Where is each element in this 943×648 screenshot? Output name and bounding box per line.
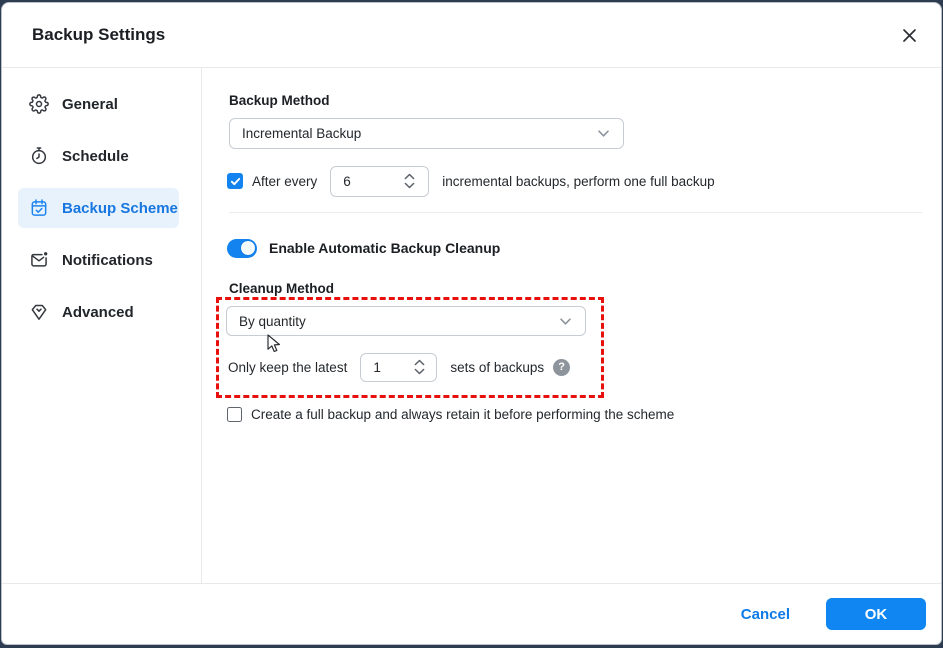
backup-settings-dialog: Backup Settings General Schedule (1, 2, 942, 645)
retain-full-backup-label: Create a full backup and always retain i… (251, 407, 674, 422)
sidebar-item-label: Backup Scheme (62, 200, 178, 217)
dialog-footer: Cancel OK (2, 583, 941, 644)
cleanup-toggle-label: Enable Automatic Backup Cleanup (269, 240, 500, 256)
help-icon[interactable]: ? (553, 359, 570, 376)
cleanup-method-selected-value: By quantity (239, 314, 558, 329)
toggle-knob (241, 241, 255, 255)
stopwatch-icon (29, 146, 49, 166)
keep-count-stepper[interactable]: 1 (360, 353, 437, 382)
mouse-cursor-icon (267, 334, 285, 355)
stepper-arrows-icon[interactable] (404, 174, 415, 189)
sidebar-item-backup-scheme[interactable]: Backup Scheme (18, 188, 179, 228)
keep-latest-text: Only keep the latest (228, 360, 347, 375)
backup-method-dropdown[interactable]: Incremental Backup (229, 118, 624, 149)
section-divider (229, 212, 922, 213)
sidebar-item-schedule[interactable]: Schedule (18, 136, 179, 176)
cleanup-method-dropdown[interactable]: By quantity (226, 306, 586, 336)
cleanup-toggle[interactable] (227, 239, 257, 258)
sidebar-item-label: Notifications (62, 252, 153, 269)
check-icon (230, 176, 241, 187)
stepper-arrows-icon[interactable] (414, 360, 425, 375)
gear-icon (29, 94, 49, 114)
retain-full-backup-checkbox[interactable] (227, 407, 242, 422)
keep-count-value: 1 (373, 360, 381, 375)
ok-button[interactable]: OK (826, 598, 926, 630)
incremental-count-stepper[interactable]: 6 (330, 166, 429, 197)
mail-dot-icon (29, 250, 49, 270)
sidebar-item-label: Advanced (62, 304, 134, 321)
chevron-down-icon (596, 126, 611, 141)
dialog-header: Backup Settings (2, 3, 941, 68)
sidebar-item-label: Schedule (62, 148, 129, 165)
cleanup-method-label: Cleanup Method (229, 281, 334, 296)
dialog-title: Backup Settings (32, 25, 895, 45)
incremental-count-value: 6 (343, 174, 351, 189)
backup-method-selected-value: Incremental Backup (242, 126, 596, 141)
sidebar-item-general[interactable]: General (18, 84, 179, 124)
sidebar-item-label: General (62, 96, 118, 113)
backup-method-label: Backup Method (229, 93, 330, 108)
backup-scheme-panel: Backup Method Incremental Backup After e… (202, 68, 941, 583)
sidebar-item-notifications[interactable]: Notifications (18, 240, 179, 280)
sets-of-backups-text: sets of backups (450, 360, 544, 375)
calendar-check-icon (29, 198, 49, 218)
close-icon (902, 28, 917, 43)
close-button[interactable] (895, 21, 923, 49)
after-every-text: After every (252, 174, 317, 189)
after-every-checkbox[interactable] (227, 173, 243, 189)
settings-sidebar: General Schedule Backup Scheme Notificat… (2, 68, 202, 583)
chevron-down-icon (558, 314, 573, 329)
gem-chevron-icon (29, 302, 49, 322)
sidebar-item-advanced[interactable]: Advanced (18, 292, 179, 332)
cancel-button[interactable]: Cancel (741, 606, 790, 623)
incremental-rule-text: incremental backups, perform one full ba… (442, 174, 714, 189)
